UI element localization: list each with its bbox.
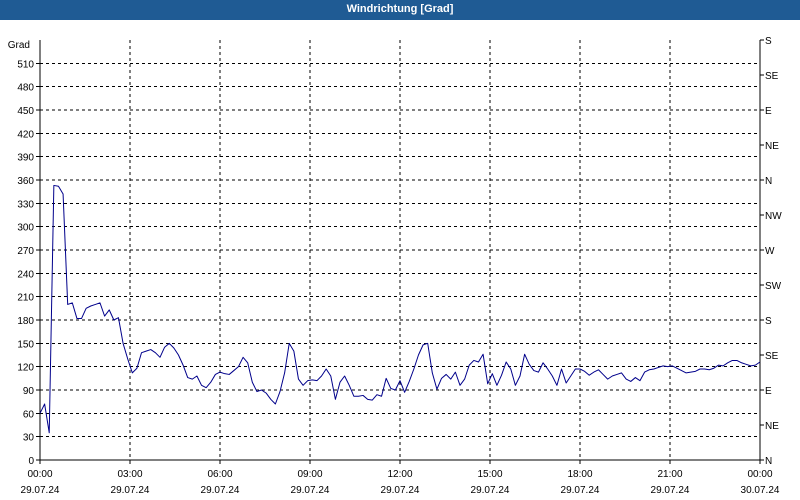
x-tick-date-label: 29.07.24 (651, 485, 690, 496)
y-tick-label: 90 (23, 386, 35, 397)
x-tick-date-label: 29.07.24 (201, 485, 240, 496)
y-tick-label: 450 (17, 106, 34, 117)
y2-tick-label: N (765, 176, 772, 187)
x-tick-time-label: 03:00 (117, 469, 142, 480)
x-tick-time-label: 00:00 (747, 469, 772, 480)
y-tick-label: 150 (17, 339, 34, 350)
x-tick-time-label: 21:00 (657, 469, 682, 480)
chart-title-bar: Windrichtung [Grad] (0, 0, 800, 20)
y2-tick-label: NE (765, 141, 779, 152)
x-tick-date-label: 29.07.24 (21, 485, 60, 496)
chart-title: Windrichtung [Grad] (346, 3, 454, 15)
y2-tick-label: W (765, 246, 775, 257)
y2-tick-label: SW (765, 281, 782, 292)
x-tick-time-label: 09:00 (297, 469, 322, 480)
y-tick-label: 420 (17, 129, 34, 140)
x-tick-date-label: 29.07.24 (291, 485, 330, 496)
y2-tick-label: NW (765, 211, 782, 222)
y-axis-unit-label: Grad (8, 40, 30, 51)
y-tick-label: 300 (17, 223, 34, 234)
x-tick-time-label: 00:00 (27, 469, 52, 480)
y2-tick-label: S (765, 36, 772, 47)
y-tick-label: 30 (23, 433, 35, 444)
wind-direction-chart: 0 30 60 90 120 150 180 210 240 270 300 330 360 390 420… (8, 36, 782, 496)
x-tick-date-label: 30.07.24 (741, 485, 780, 496)
x-tick-date-label: 29.07.24 (111, 485, 150, 496)
y-tick-label: 510 (17, 59, 34, 70)
y2-tick-label: N (765, 456, 772, 467)
x-tick-date-label: 29.07.24 (381, 485, 420, 496)
y2-tick-label: SE (765, 351, 779, 362)
y2-tick-label: SE (765, 71, 779, 82)
y-tick-label: 360 (17, 176, 34, 187)
y2-tick-label: S (765, 316, 772, 327)
x-tick-time-label: 18:00 (567, 469, 592, 480)
y-tick-label: 270 (17, 246, 34, 257)
y-tick-label: 210 (17, 293, 34, 304)
y2-tick-label: E (765, 386, 772, 397)
y-tick-label: 480 (17, 83, 34, 94)
y2-tick-label: E (765, 106, 772, 117)
x-tick-time-label: 15:00 (477, 469, 502, 480)
y-tick-label: 60 (23, 409, 35, 420)
x-tick-time-label: 06:00 (207, 469, 232, 480)
x-tick-date-label: 29.07.24 (471, 485, 510, 496)
x-tick-date-label: 29.07.24 (561, 485, 600, 496)
y-tick-label: 390 (17, 153, 34, 164)
y-tick-label: 0 (28, 456, 34, 467)
x-tick-time-label: 12:00 (387, 469, 412, 480)
y2-tick-label: NE (765, 421, 779, 432)
y-tick-label: 120 (17, 363, 34, 374)
y-tick-label: 330 (17, 199, 34, 210)
y-tick-label: 180 (17, 316, 34, 327)
y-tick-label: 240 (17, 269, 34, 280)
